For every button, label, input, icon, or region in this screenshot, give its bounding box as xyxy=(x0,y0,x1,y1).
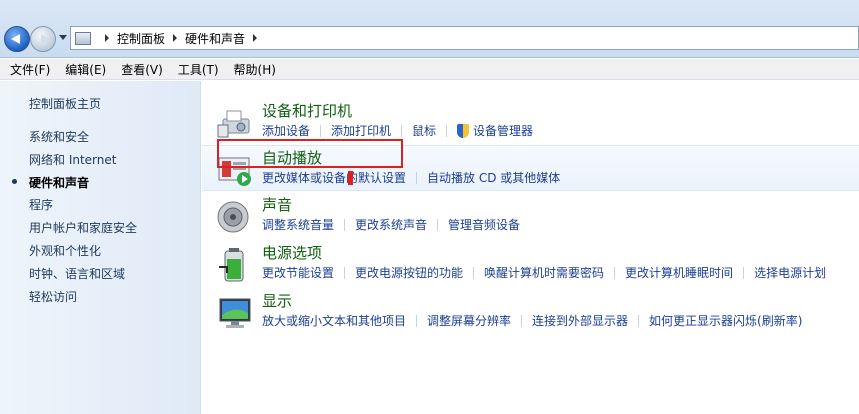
category-title-display[interactable]: 显示 xyxy=(262,290,292,311)
forward-button[interactable] xyxy=(30,26,56,52)
sidebar-item-user-accounts[interactable]: 用户帐户和家庭安全 xyxy=(29,219,137,236)
breadcrumb-control-panel[interactable]: 控制面板 xyxy=(117,30,165,47)
admin-shield-icon xyxy=(457,123,470,138)
link-divider xyxy=(344,266,346,279)
menu-bar: 文件(F) 编辑(E) 查看(V) 工具(T) 帮助(H) xyxy=(0,59,859,80)
link-divider xyxy=(437,218,439,231)
link-divider xyxy=(521,314,523,327)
link-power-button[interactable]: 更改电源按钮的功能 xyxy=(355,264,463,281)
link-text-size[interactable]: 放大或缩小文本和其他项目 xyxy=(262,312,406,329)
link-divider xyxy=(344,218,346,231)
recent-pages-dropdown-icon[interactable] xyxy=(59,35,67,40)
main-content: 设备和打印机 添加设备 添加打印机 鼠标 设备管理器 自动播放 更改媒体或设备的… xyxy=(202,81,859,414)
chevron-right-icon[interactable] xyxy=(105,34,109,42)
category-display: 显示 放大或缩小文本和其他项目 调整屏幕分辨率 连接到外部显示器 如何更正显示器… xyxy=(202,289,859,335)
category-title-devices-printers[interactable]: 设备和打印机 xyxy=(262,100,352,121)
current-page-bullet xyxy=(12,179,17,184)
link-refresh-rate[interactable]: 如何更正显示器闪烁(刷新率) xyxy=(649,312,802,329)
sidebar-item-ease-of-access[interactable]: 轻松访问 xyxy=(29,288,77,305)
link-power-saving[interactable]: 更改节能设置 xyxy=(262,264,334,281)
sidebar-item-system-security[interactable]: 系统和安全 xyxy=(29,128,89,145)
link-change-sounds[interactable]: 更改系统声音 xyxy=(355,216,427,233)
link-divider xyxy=(614,266,616,279)
link-divider xyxy=(638,314,640,327)
link-change-media-defaults[interactable]: 更改媒体或设备的默认设置 xyxy=(262,169,406,186)
link-add-printer[interactable]: 添加打印机 xyxy=(331,122,391,139)
sidebar-home-link[interactable]: 控制面板主页 xyxy=(29,95,101,112)
title-bar: 控制面板 硬件和声音 xyxy=(0,0,859,58)
chevron-right-icon[interactable] xyxy=(253,34,258,42)
printer-icon[interactable] xyxy=(217,105,253,141)
battery-icon[interactable] xyxy=(217,247,253,283)
link-divider xyxy=(743,266,745,279)
category-power: 电源选项 更改节能设置 更改电源按钮的功能 唤醒计算机时需要密码 更改计算机睡眠… xyxy=(202,241,859,287)
annotation-highlight-box xyxy=(217,139,403,168)
link-external-display[interactable]: 连接到外部显示器 xyxy=(532,312,628,329)
link-wake-password[interactable]: 唤醒计算机时需要密码 xyxy=(484,264,604,281)
sidebar-item-clock-region[interactable]: 时钟、语言和区域 xyxy=(29,265,125,282)
link-divider xyxy=(416,171,418,184)
link-screen-resolution[interactable]: 调整屏幕分辨率 xyxy=(427,312,511,329)
link-power-plan[interactable]: 选择电源计划 xyxy=(754,264,826,281)
category-title-sound[interactable]: 声音 xyxy=(262,194,292,215)
sidebar-item-hardware-sound: 硬件和声音 xyxy=(29,176,90,190)
category-title-power[interactable]: 电源选项 xyxy=(262,242,322,263)
link-mouse[interactable]: 鼠标 xyxy=(412,122,436,139)
back-button[interactable] xyxy=(4,26,30,52)
link-add-device[interactable]: 添加设备 xyxy=(262,122,310,139)
menu-tools[interactable]: 工具(T) xyxy=(178,61,219,78)
menu-view[interactable]: 查看(V) xyxy=(121,61,163,78)
link-manage-audio[interactable]: 管理音频设备 xyxy=(448,216,520,233)
link-adjust-volume[interactable]: 调整系统音量 xyxy=(262,216,334,233)
monitor-icon[interactable] xyxy=(217,295,253,331)
sidebar-item-network[interactable]: 网络和 Internet xyxy=(29,151,116,168)
link-divider xyxy=(320,124,322,137)
category-sound: 声音 调整系统音量 更改系统声音 管理音频设备 xyxy=(202,193,859,239)
link-divider xyxy=(416,314,418,327)
speaker-icon[interactable] xyxy=(217,199,253,235)
sidebar-item-appearance[interactable]: 外观和个性化 xyxy=(29,242,101,259)
text-cursor-mark xyxy=(348,171,353,185)
link-sleep-time[interactable]: 更改计算机睡眠时间 xyxy=(625,264,733,281)
link-autoplay-cd[interactable]: 自动播放 CD 或其他媒体 xyxy=(427,169,560,186)
link-divider xyxy=(446,124,448,137)
control-panel-icon xyxy=(75,31,91,45)
address-bar[interactable]: 控制面板 硬件和声音 xyxy=(70,26,859,50)
breadcrumb-hardware-sound[interactable]: 硬件和声音 xyxy=(185,30,245,47)
link-device-manager[interactable]: 设备管理器 xyxy=(473,122,533,139)
sidebar: 控制面板主页 系统和安全 网络和 Internet 硬件和声音 程序 用户帐户和… xyxy=(0,81,201,414)
chevron-right-icon[interactable] xyxy=(173,34,178,42)
menu-help[interactable]: 帮助(H) xyxy=(234,61,276,78)
menu-edit[interactable]: 编辑(E) xyxy=(65,61,106,78)
link-divider xyxy=(401,124,403,137)
link-divider xyxy=(473,266,475,279)
menu-file[interactable]: 文件(F) xyxy=(10,61,50,78)
sidebar-item-programs[interactable]: 程序 xyxy=(29,196,53,213)
